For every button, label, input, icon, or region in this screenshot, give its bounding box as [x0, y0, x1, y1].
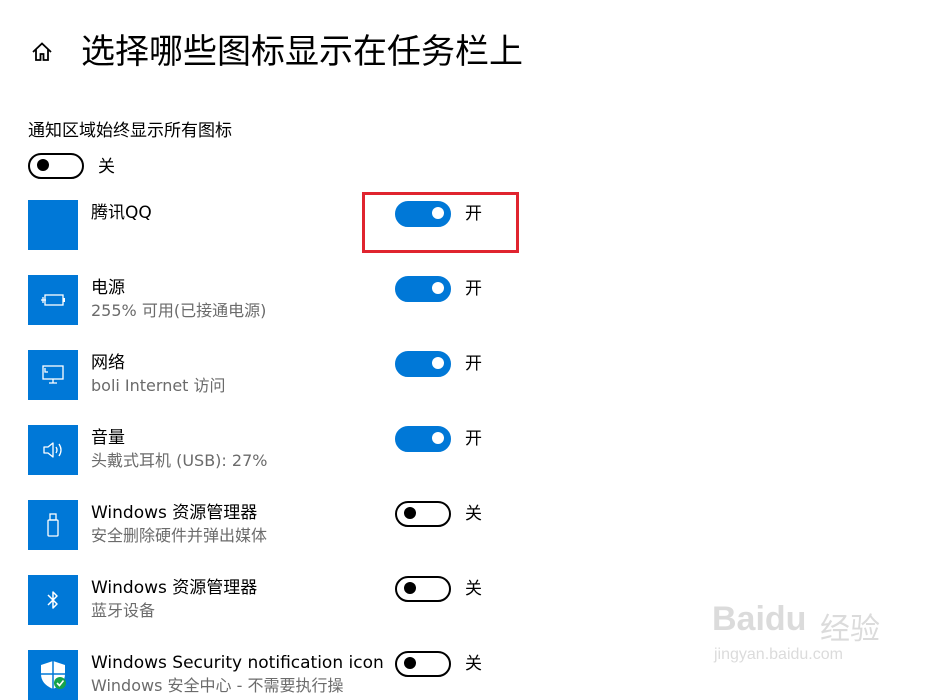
toggle-bluetooth[interactable]	[395, 576, 451, 602]
toggle-usb[interactable]	[395, 501, 451, 527]
toggle-knob	[404, 582, 416, 594]
row-name-qq: 腾讯QQ	[91, 203, 152, 223]
watermark-url: jingyan.baidu.com	[714, 646, 843, 663]
volume-icon	[28, 425, 78, 475]
row-name-bluetooth: Windows 资源管理器	[91, 578, 258, 598]
bluetooth-icon	[28, 575, 78, 625]
baidu-watermark: Baidu 经验 jingyan.baidu.com	[712, 598, 922, 678]
state-network: 开	[465, 354, 482, 374]
row-name-volume: 音量	[91, 428, 125, 448]
row-sub-volume: 头戴式耳机 (USB): 27%	[91, 451, 268, 470]
shield-icon	[28, 650, 78, 700]
toggle-knob	[432, 357, 444, 369]
qq-icon	[28, 200, 78, 250]
toggle-knob	[404, 657, 416, 669]
watermark-brand-cn: 经验	[820, 613, 880, 646]
row-name-usb: Windows 资源管理器	[91, 503, 258, 523]
row-sub-usb: 安全删除硬件并弹出媒体	[91, 526, 268, 545]
toggle-knob	[404, 507, 416, 519]
always-show-all-icons-label: 通知区域始终显示所有图标	[28, 121, 232, 141]
highlight-box	[362, 192, 519, 253]
row-name-network: 网络	[91, 353, 125, 373]
always-show-all-icons-toggle[interactable]	[28, 153, 84, 179]
toggle-knob	[432, 282, 444, 294]
watermark-brand: Baidu	[712, 600, 807, 638]
toggle-volume[interactable]	[395, 426, 451, 452]
row-sub-bluetooth: 蓝牙设备	[91, 601, 156, 620]
page-title: 选择哪些图标显示在任务栏上	[81, 32, 523, 72]
home-icon[interactable]	[30, 40, 54, 64]
state-usb: 关	[465, 504, 482, 524]
state-volume: 开	[465, 429, 482, 449]
row-name-power: 电源	[91, 278, 125, 298]
state-bluetooth: 关	[465, 579, 482, 599]
row-sub-network: boli Internet 访问	[91, 376, 226, 395]
network-icon	[28, 350, 78, 400]
toggle-network[interactable]	[395, 351, 451, 377]
toggle-power[interactable]	[395, 276, 451, 302]
toggle-knob	[432, 432, 444, 444]
state-security: 关	[465, 654, 482, 674]
toggle-knob	[37, 159, 49, 171]
row-name-security: Windows Security notification icon	[91, 653, 384, 673]
row-sub-security: Windows 安全中心 - 不需要执行操	[91, 676, 344, 695]
always-show-all-icons-state: 关	[98, 157, 115, 177]
state-power: 开	[465, 279, 482, 299]
row-sub-power: 255% 可用(已接通电源)	[91, 301, 267, 320]
usb-icon	[28, 500, 78, 550]
battery-icon	[28, 275, 78, 325]
toggle-security[interactable]	[395, 651, 451, 677]
